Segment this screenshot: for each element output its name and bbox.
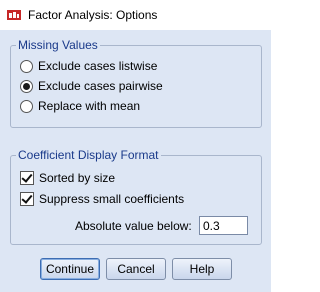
missing-values-group: Missing Values Exclude cases listwise Ex… (10, 38, 262, 128)
dialog-body: Missing Values Exclude cases listwise Ex… (0, 30, 271, 292)
checkbox-sorted-by-size-label: Sorted by size (39, 171, 116, 185)
radio-replace-mean-indicator[interactable] (20, 99, 33, 113)
checkbox-sorted-by-size[interactable]: Sorted by size (20, 170, 115, 186)
radio-replace-mean-label: Replace with mean (38, 99, 141, 113)
checkbox-sorted-by-size-box[interactable] (20, 171, 34, 185)
radio-exclude-listwise-indicator[interactable] (20, 59, 33, 73)
radio-exclude-pairwise-label: Exclude cases pairwise (38, 79, 163, 93)
spss-window-icon (6, 7, 22, 23)
absolute-value-label: Absolute value below: (75, 219, 192, 233)
title-bar: Factor Analysis: Options (0, 0, 271, 30)
absolute-value-input[interactable] (199, 216, 248, 235)
cancel-button[interactable]: Cancel (106, 258, 166, 280)
factor-analysis-options-dialog: Factor Analysis: Options Missing Values … (0, 0, 271, 292)
radio-exclude-pairwise[interactable]: Exclude cases pairwise (20, 78, 163, 94)
continue-button[interactable]: Continue (40, 258, 100, 280)
checkbox-suppress-small-box[interactable] (20, 192, 34, 206)
checkbox-suppress-small-label: Suppress small coefficients (39, 192, 185, 206)
radio-replace-mean[interactable]: Replace with mean (20, 98, 140, 114)
radio-exclude-pairwise-indicator[interactable] (20, 79, 33, 93)
radio-exclude-listwise-label: Exclude cases listwise (38, 59, 158, 73)
help-button[interactable]: Help (172, 258, 232, 280)
missing-values-title: Missing Values (16, 38, 100, 52)
coefficient-format-title: Coefficient Display Format (16, 148, 161, 162)
window-title: Factor Analysis: Options (28, 8, 158, 22)
radio-exclude-listwise[interactable]: Exclude cases listwise (20, 58, 157, 74)
checkbox-suppress-small[interactable]: Suppress small coefficients (20, 191, 184, 207)
